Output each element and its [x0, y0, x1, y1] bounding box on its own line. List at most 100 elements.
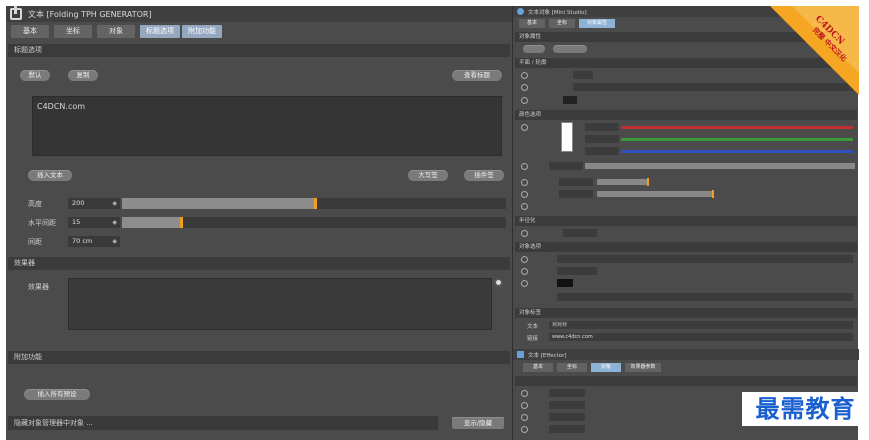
hspacing-slider-knob[interactable]: [180, 217, 183, 228]
shader-dropdown[interactable]: [557, 255, 853, 263]
hspacing-value: 15: [72, 218, 81, 226]
radio-opacity[interactable]: [521, 268, 528, 275]
shader-swatch[interactable]: [557, 279, 573, 287]
radio-min[interactable]: [521, 426, 528, 433]
effector-list[interactable]: [68, 278, 492, 330]
spacing-label: 间距: [28, 238, 42, 246]
hspacing-label: 水平间距: [28, 219, 56, 227]
section-effector-params: [515, 376, 857, 386]
hide-objects-field[interactable]: 隐藏对象管理器中对象 ...: [8, 416, 438, 430]
red-value-field[interactable]: [585, 123, 619, 131]
radio-falloff[interactable]: [521, 414, 528, 421]
tab-title-options[interactable]: 标题选项: [140, 25, 180, 38]
tab-basic[interactable]: 基本: [11, 25, 49, 38]
default-button[interactable]: 默认: [20, 70, 50, 81]
plane-value[interactable]: [573, 71, 593, 79]
height-slider[interactable]: [122, 198, 506, 209]
height-slider-knob[interactable]: [314, 198, 317, 209]
radio-strength[interactable]: [521, 402, 528, 409]
radio-background[interactable]: [521, 97, 528, 104]
green-value-field[interactable]: [585, 135, 619, 143]
mapping-dropdown[interactable]: [557, 293, 853, 301]
right-panel-title: 文本对象 [Mini Studio]: [528, 10, 587, 16]
hspacing-slider[interactable]: [122, 217, 506, 228]
radio-swatch[interactable]: [521, 280, 528, 287]
blue-value-field[interactable]: [585, 147, 619, 155]
radio-radius[interactable]: [521, 230, 528, 237]
rtab-object[interactable]: 对象属性: [579, 19, 615, 28]
reset-button[interactable]: [523, 45, 545, 53]
height-input[interactable]: 200 ◆: [68, 198, 120, 209]
stepper-icon[interactable]: ◆: [112, 236, 117, 247]
radio-h[interactable]: [521, 179, 528, 186]
section-radius: 半径化: [515, 216, 857, 226]
tag-link-field[interactable]: www.c4dcn.com: [549, 333, 853, 341]
tag-link-label: 链接: [527, 336, 539, 342]
height-value: 200: [72, 199, 85, 207]
sub-tab-params[interactable]: 效果器参数: [625, 363, 661, 372]
height-slider-fill: [122, 198, 314, 209]
stepper-icon[interactable]: ◆: [112, 198, 117, 209]
tag-text-field[interactable]: 对对对: [549, 321, 853, 329]
min-field[interactable]: [549, 425, 585, 433]
sub-tab-object[interactable]: 对象: [591, 363, 621, 372]
radio-brightness[interactable]: [521, 163, 528, 170]
h-field[interactable]: [559, 178, 593, 186]
view-title-button[interactable]: 查看标题: [452, 70, 502, 81]
section-extra: 附加功能: [8, 351, 510, 364]
brightness-slider[interactable]: [585, 163, 855, 169]
brightness-field[interactable]: [549, 162, 583, 170]
sub-tab-coord[interactable]: 坐标: [557, 363, 587, 372]
strength-field[interactable]: [549, 401, 585, 409]
radio-s[interactable]: [521, 191, 528, 198]
spacing-input[interactable]: 70 cm ◆: [68, 236, 120, 247]
spacing-value: 70 cm: [72, 237, 93, 245]
radio-color[interactable]: [521, 124, 528, 131]
watermark-logo: 最需教育: [742, 392, 869, 426]
radio-shader[interactable]: [521, 256, 528, 263]
h-slider[interactable]: [597, 179, 647, 185]
show-hide-button[interactable]: 显示/隐藏: [452, 417, 504, 429]
s-field[interactable]: [559, 190, 593, 198]
link-icon[interactable]: [494, 278, 503, 287]
object-icon: [517, 8, 524, 15]
apply-button[interactable]: [553, 45, 587, 53]
hspacing-input[interactable]: 15 ◆: [68, 217, 120, 228]
hspacing-slider-fill: [122, 217, 180, 228]
radio-outline[interactable]: [521, 84, 528, 91]
tab-coord[interactable]: 坐标: [54, 25, 92, 38]
section-title-options: 标题选项: [8, 44, 510, 57]
radio-mode[interactable]: [521, 390, 528, 397]
panel-titlebar: 文本 [Folding TPH GENERATOR]: [6, 6, 512, 22]
tab-extra[interactable]: 附加功能: [182, 25, 222, 38]
rtab-basic[interactable]: 基本: [519, 19, 545, 28]
effector-icon: [517, 351, 524, 358]
h-slider-knob[interactable]: [647, 178, 649, 186]
s-slider-knob[interactable]: [712, 190, 714, 198]
title-text-area[interactable]: C4DCN.com: [32, 96, 502, 156]
stepper-icon[interactable]: ◆: [112, 217, 117, 228]
mode-dropdown[interactable]: [549, 389, 585, 397]
radius-field[interactable]: [563, 229, 597, 237]
object-icon: [10, 6, 22, 20]
radio-v[interactable]: [521, 203, 528, 210]
section-tags: 对象标签: [515, 308, 857, 318]
falloff-field[interactable]: [549, 413, 585, 421]
green-channel-bar[interactable]: [621, 138, 853, 141]
red-channel-bar[interactable]: [621, 126, 853, 129]
blue-channel-bar[interactable]: [621, 150, 853, 153]
insert-text-button[interactable]: 插入文本: [28, 170, 72, 181]
background-swatch[interactable]: [563, 96, 577, 104]
color-preview-swatch[interactable]: [561, 122, 573, 152]
insert-all-presets-button[interactable]: 插入所有预设: [24, 389, 90, 400]
attribute-panel: 文本 [Folding TPH GENERATOR] 基本 坐标 对象 标题选项…: [6, 6, 512, 440]
uppercase-button[interactable]: 大写签: [408, 170, 448, 181]
tab-object[interactable]: 对象: [97, 25, 135, 38]
sub-tab-basic[interactable]: 基本: [523, 363, 553, 372]
s-slider[interactable]: [597, 191, 712, 197]
rtab-coord[interactable]: 坐标: [549, 19, 575, 28]
opacity-field[interactable]: [557, 267, 597, 275]
plugin-button[interactable]: 插件签: [464, 170, 504, 181]
radio-plane[interactable]: [521, 72, 528, 79]
copy-button[interactable]: 复制: [68, 70, 98, 81]
